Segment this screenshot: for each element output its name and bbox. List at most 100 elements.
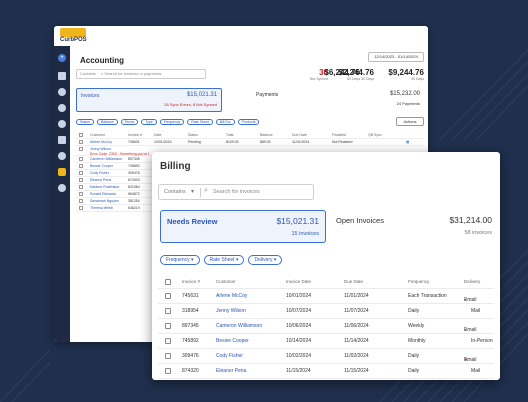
due-date: 11/02/2024	[344, 353, 369, 359]
frequency-text: Daily	[408, 353, 420, 359]
chart-icon[interactable]	[58, 72, 66, 80]
filter-chip[interactable]: Products	[237, 119, 260, 125]
customer-link[interactable]: Arlene McCoy	[90, 140, 112, 144]
customer-link[interactable]: Jenny Wilson	[216, 308, 246, 314]
invoices-card[interactable]: Invoices $15,021.31 26 Sync Errors, 8 No…	[76, 88, 222, 112]
row-checkbox[interactable]	[165, 323, 171, 329]
select-all-checkbox[interactable]	[165, 279, 171, 285]
row-checkbox[interactable]	[165, 293, 171, 299]
customer-link[interactable]: Savannah Nguyen	[90, 199, 119, 203]
payments-card[interactable]: Payments $15,232.00 24 Payments	[254, 88, 422, 112]
customer-link[interactable]: Jenny Wilson	[90, 147, 111, 151]
invoice-date: 10/01/2024	[154, 140, 172, 144]
billing-filters: Frequency ▾ Rate Sheet ▾ Delivery ▾	[160, 255, 283, 265]
clock-icon[interactable]	[58, 88, 66, 96]
row-checkbox[interactable]	[165, 353, 171, 359]
column-header[interactable]: Date	[154, 133, 161, 137]
search-scope[interactable]: Contains	[80, 71, 96, 76]
search-scope[interactable]: Contains	[164, 189, 186, 195]
date-range-picker[interactable]: 12/14/2023 - 01/14/2024	[368, 52, 424, 62]
sync-icon[interactable]: ▦	[406, 140, 409, 144]
column-header[interactable]: Due Date	[344, 279, 363, 284]
row-checkbox[interactable]	[79, 206, 83, 210]
filter-chip[interactable]: Bill Src	[215, 119, 235, 125]
table-row[interactable]: 318954 Jenny Wilson 10/07/2024 11/07/202…	[158, 304, 494, 319]
open-invoices-card[interactable]: Open Invoices $31,214.00 58 invoices	[332, 210, 494, 243]
customer-link[interactable]: Bessie Cooper	[90, 164, 113, 168]
filter-chip[interactable]: Frequency	[159, 119, 185, 125]
select-all-checkbox[interactable]	[79, 133, 83, 137]
invoice-number: 745892	[128, 164, 140, 168]
actions-button[interactable]: Actions	[396, 117, 424, 126]
customer-link[interactable]: Arlene McCoy	[216, 293, 247, 299]
filter-chip[interactable]: Terms	[120, 119, 139, 125]
row-checkbox[interactable]	[79, 178, 83, 182]
column-header[interactable]: Invoice #	[128, 133, 142, 137]
table-header: Invoice # Customer Invoice Date Due Date…	[158, 275, 494, 289]
column-header[interactable]: Customer	[216, 279, 236, 284]
accounting-icon[interactable]	[58, 168, 66, 176]
customer-link[interactable]: Eleanor Pena	[216, 368, 246, 374]
invoices-title: Invoices	[81, 93, 100, 99]
search-input[interactable]: Contains ⌕ Search for invoices or paymen…	[76, 69, 206, 79]
table-row[interactable]: 874320 Eleanor Pena 11/15/2024 11/15/202…	[158, 364, 494, 379]
filter-frequency[interactable]: Frequency ▾	[160, 255, 200, 265]
row-checkbox[interactable]	[79, 140, 83, 144]
row-checkbox[interactable]	[79, 147, 83, 151]
filter-chip[interactable]: Status	[76, 119, 94, 125]
column-header[interactable]: Status	[188, 133, 198, 137]
chevron-down-icon[interactable]: ▾	[191, 188, 194, 195]
row-checkbox[interactable]	[165, 308, 171, 314]
column-header[interactable]: Invoice #	[182, 279, 200, 284]
column-header[interactable]: Balance	[260, 133, 273, 137]
customer-link[interactable]: Darlene Robertson	[90, 185, 119, 189]
row-checkbox[interactable]	[165, 338, 171, 344]
customer-link[interactable]: Cameron Williamson	[216, 323, 262, 329]
filter-chip[interactable]: Balance	[96, 119, 118, 125]
filter-chip[interactable]: Rate Sheet	[187, 119, 213, 125]
search-input[interactable]: Contains ▾ ⌕ Search for invoices	[158, 184, 314, 200]
dollar-icon[interactable]	[58, 120, 66, 128]
column-header[interactable]: QB Sync	[368, 133, 382, 137]
row-checkbox[interactable]	[165, 368, 171, 374]
app-topbar: CurbPOS	[54, 26, 428, 44]
row-checkbox[interactable]	[79, 157, 83, 161]
user-icon[interactable]	[58, 152, 66, 160]
needs-review-card[interactable]: Needs Review $15,021.31 15 invoices	[160, 210, 326, 243]
row-checkbox[interactable]	[79, 185, 83, 189]
due-date: 11/06/2024	[344, 323, 369, 329]
filter-delivery[interactable]: Delivery ▾	[248, 255, 283, 265]
customer-link[interactable]: Cody Fisher	[90, 171, 109, 175]
column-header[interactable]: Invoice Date	[286, 279, 311, 284]
customer-link[interactable]: Bessie Cooper	[216, 338, 249, 344]
column-header[interactable]: Finalized	[332, 133, 346, 137]
customer-link[interactable]: Cody Fisher	[216, 353, 243, 359]
table-row[interactable]: 745892 Bessie Cooper 10/14/2024 11/14/20…	[158, 334, 494, 349]
table-row[interactable]: 897345 Cameron Williamson 10/06/2024 11/…	[158, 319, 494, 334]
document-icon[interactable]	[58, 136, 66, 144]
table-row[interactable]: 745631 Arlene McCoy 10/01/2024 11/01/202…	[158, 289, 494, 304]
row-checkbox[interactable]	[79, 192, 83, 196]
customer-link[interactable]: Theresa Webb	[90, 206, 113, 210]
customer-link[interactable]: Ronald Richards	[90, 192, 116, 196]
due-date: 11/15/2024	[344, 368, 369, 374]
filter-rate-sheet[interactable]: Rate Sheet ▾	[203, 255, 245, 265]
table-row[interactable]: Arlene McCoy 745631 10/01/2024 Pending $…	[76, 139, 424, 146]
gauge-icon[interactable]	[58, 104, 66, 112]
column-header[interactable]: Due Date	[292, 133, 307, 137]
table-row[interactable]: 309476 Cody Fisher 10/02/2024 11/02/2024…	[158, 349, 494, 364]
column-header[interactable]: Frequency	[408, 279, 429, 284]
column-header[interactable]: Total	[226, 133, 233, 137]
customer-link[interactable]: Cameron Williamson	[90, 157, 122, 161]
column-header[interactable]: Customer	[90, 133, 105, 137]
settings-icon[interactable]	[58, 184, 66, 192]
invoice-date: 11/15/2024	[286, 368, 311, 374]
row-checkbox[interactable]	[79, 171, 83, 175]
row-checkbox[interactable]	[79, 164, 83, 168]
filter-chip[interactable]: Type	[141, 119, 157, 125]
add-icon[interactable]: +	[58, 54, 66, 62]
customer-link[interactable]: Eleanor Pena	[90, 178, 111, 182]
row-checkbox[interactable]	[79, 199, 83, 203]
invoice-number: 897345	[128, 157, 140, 161]
column-header[interactable]: Delivery	[464, 279, 480, 284]
